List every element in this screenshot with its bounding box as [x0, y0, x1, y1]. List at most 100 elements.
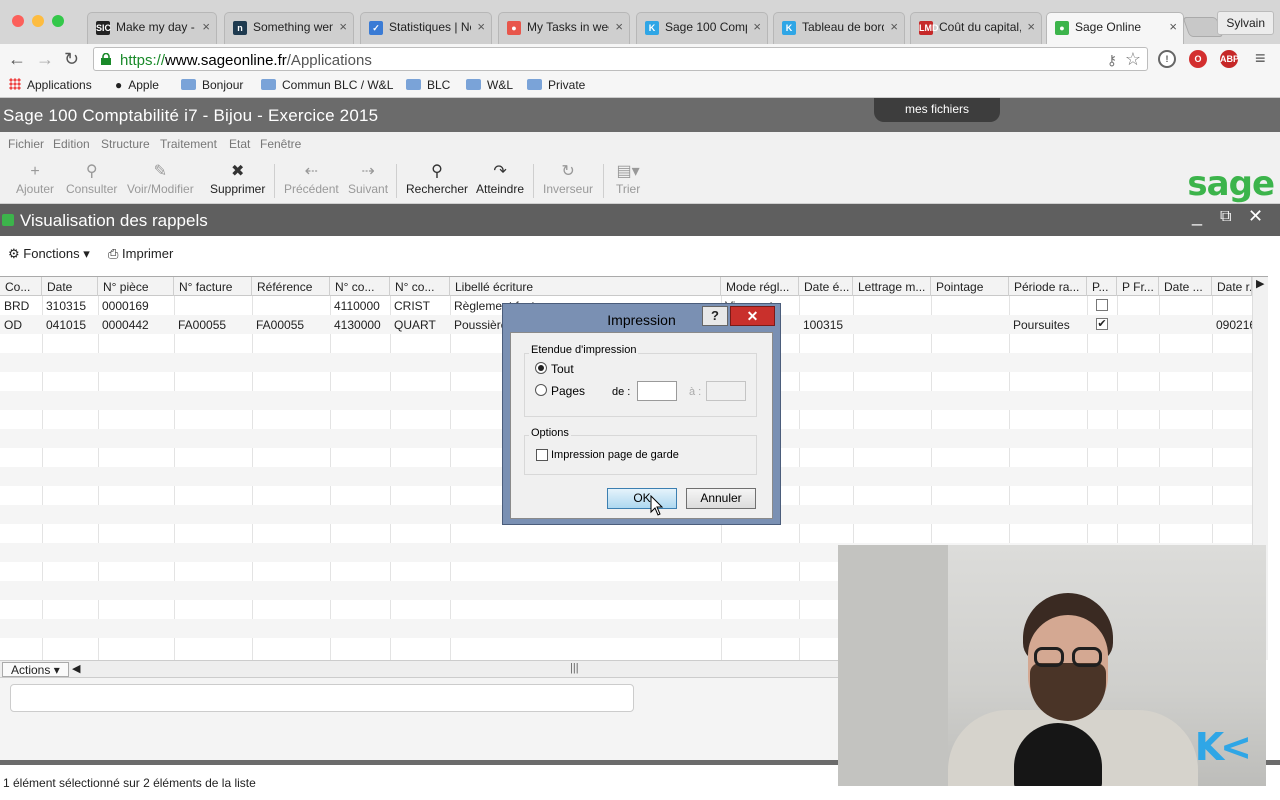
- column-header[interactable]: N° co...: [330, 277, 390, 296]
- bookmark-apple[interactable]: ● Apple: [115, 78, 159, 92]
- cover-page-checkbox[interactable]: [536, 449, 548, 461]
- menu-traitement[interactable]: Traitement: [160, 137, 217, 151]
- column-header[interactable]: Pointage: [931, 277, 1009, 296]
- dialog-close-button[interactable]: ✕: [730, 306, 775, 326]
- key-icon[interactable]: ⚷: [1107, 52, 1117, 69]
- column-header[interactable]: P Fr...: [1117, 277, 1159, 296]
- menu-fichier[interactable]: Fichier: [8, 137, 44, 151]
- browser-tab[interactable]: ✓ Statistiques | Ne ×: [360, 12, 492, 44]
- column-header[interactable]: Libellé écriture: [450, 277, 721, 296]
- window-title: Visualisation des rappels: [20, 211, 208, 230]
- menu-fenetre[interactable]: Fenêtre: [260, 137, 301, 151]
- tab-close-icon[interactable]: ×: [890, 19, 898, 34]
- adblock-extension-icon[interactable]: ABP: [1220, 50, 1239, 68]
- info-extension-icon[interactable]: !: [1158, 50, 1176, 68]
- row-checkbox[interactable]: ✔: [1096, 318, 1108, 330]
- column-header[interactable]: Co...: [0, 277, 42, 296]
- minimize-icon[interactable]: _: [1192, 206, 1202, 227]
- menu-etat[interactable]: Etat: [229, 137, 250, 151]
- column-header[interactable]: Date r...: [1212, 277, 1252, 296]
- tab-close-icon[interactable]: ×: [615, 19, 623, 34]
- bookmark-private[interactable]: Private: [527, 78, 585, 92]
- bookmark-blc[interactable]: BLC: [406, 78, 450, 92]
- ok-button[interactable]: OK: [607, 488, 677, 509]
- next-button[interactable]: ⇢ Suivant: [348, 162, 388, 196]
- tab-close-icon[interactable]: ×: [477, 19, 485, 34]
- sort-button[interactable]: ▤▾ Trier: [616, 162, 640, 196]
- browser-tab[interactable]: ● Sage Online ×: [1046, 12, 1184, 44]
- row-checkbox[interactable]: [1096, 299, 1108, 311]
- browser-tab[interactable]: K Sage 100 Comp ×: [636, 12, 768, 44]
- tab-close-icon[interactable]: ×: [339, 19, 347, 34]
- close-window-button[interactable]: [12, 15, 24, 27]
- pencil-icon: ✎: [153, 163, 168, 180]
- bookmark-star-icon[interactable]: ☆: [1125, 49, 1141, 70]
- to-page-input[interactable]: [706, 381, 746, 401]
- browser-tab[interactable]: n Something went ×: [224, 12, 354, 44]
- detail-field[interactable]: [10, 684, 634, 712]
- help-button[interactable]: ?: [702, 306, 728, 326]
- bookmark-applications[interactable]: Applications: [9, 78, 92, 92]
- actions-menu[interactable]: Actions ▾: [2, 662, 69, 677]
- column-header[interactable]: N° pièce: [98, 277, 174, 296]
- toolbar-separator: [533, 164, 534, 198]
- close-icon[interactable]: ✕: [1248, 206, 1263, 227]
- previous-button[interactable]: ⇠ Précédent: [284, 162, 339, 196]
- tab-close-icon[interactable]: ×: [1027, 19, 1035, 34]
- profile-button[interactable]: Sylvain: [1217, 11, 1274, 35]
- bookmark-bonjour[interactable]: Bonjour: [181, 78, 243, 92]
- invert-button[interactable]: ↻ Inverseur: [543, 162, 593, 196]
- functions-menu[interactable]: ⚙ Fonctions ▾: [8, 246, 90, 262]
- column-header[interactable]: P...: [1087, 277, 1117, 296]
- tab-close-icon[interactable]: ×: [1169, 19, 1177, 34]
- opera-extension-icon[interactable]: O: [1189, 50, 1207, 68]
- column-header[interactable]: Référence: [252, 277, 330, 296]
- my-files-tab[interactable]: mes fichiers: [874, 98, 1000, 122]
- column-header[interactable]: Date: [42, 277, 98, 296]
- back-icon[interactable]: ←: [8, 49, 26, 70]
- delete-button[interactable]: ✖ Supprimer: [210, 162, 265, 196]
- restore-icon[interactable]: ⧉: [1220, 208, 1231, 226]
- tab-title: Something went: [253, 20, 333, 34]
- goto-button[interactable]: ↷ Atteindre: [476, 162, 524, 196]
- url-bar[interactable]: https://www.sageonline.fr/Applications ⚷…: [93, 47, 1148, 71]
- tab-close-icon[interactable]: ×: [202, 19, 210, 34]
- menu-structure[interactable]: Structure: [101, 137, 150, 151]
- chevron-right-icon[interactable]: ▶: [1256, 277, 1264, 290]
- url-text: https://www.sageonline.fr/Applications: [120, 52, 372, 69]
- column-header[interactable]: Mode régl...: [721, 277, 799, 296]
- column-header[interactable]: N° co...: [390, 277, 450, 296]
- radio-pages[interactable]: [535, 384, 547, 396]
- search-button[interactable]: ⚲ Rechercher: [406, 162, 468, 196]
- edit-button[interactable]: ✎ Voir/Modifier: [127, 162, 194, 196]
- chevron-left-icon[interactable]: ◀: [72, 662, 80, 675]
- bookmark-commun[interactable]: Commun BLC / W&L: [261, 78, 393, 92]
- minimize-window-button[interactable]: [32, 15, 44, 27]
- add-button[interactable]: + Ajouter: [16, 162, 54, 196]
- toolbar-separator: [603, 164, 604, 198]
- reload-icon[interactable]: ↻: [64, 49, 79, 70]
- cell-last-date: 090216: [1216, 318, 1252, 332]
- column-header[interactable]: Lettrage m...: [853, 277, 931, 296]
- bookmark-wl[interactable]: W&L: [466, 78, 513, 92]
- column-header[interactable]: N° facture: [174, 277, 252, 296]
- forward-icon[interactable]: →: [36, 49, 54, 70]
- webcam-overlay: K<: [838, 545, 1266, 786]
- print-button[interactable]: ⎙ Imprimer: [108, 246, 173, 262]
- chrome-menu-icon[interactable]: ≡: [1255, 48, 1266, 69]
- browser-tab[interactable]: K Tableau de bord ×: [773, 12, 905, 44]
- column-header[interactable]: Date é...: [799, 277, 853, 296]
- browser-tab[interactable]: SIC Make my day - F ×: [87, 12, 217, 44]
- radio-all[interactable]: [535, 362, 547, 374]
- column-header[interactable]: Période ra...: [1009, 277, 1087, 296]
- tab-close-icon[interactable]: ×: [753, 19, 761, 34]
- maximize-window-button[interactable]: [52, 15, 64, 27]
- browser-tab[interactable]: LMD Coût du capital, ×: [910, 12, 1042, 44]
- column-header[interactable]: Date ...: [1159, 277, 1212, 296]
- from-page-input[interactable]: [637, 381, 677, 401]
- browser-tab[interactable]: ● My Tasks in wee ×: [498, 12, 630, 44]
- cancel-button[interactable]: Annuler: [686, 488, 756, 509]
- scroll-thumb-grip[interactable]: |||: [570, 662, 579, 674]
- menu-edition[interactable]: Edition: [53, 137, 90, 151]
- view-button[interactable]: ⚲ Consulter: [66, 162, 117, 196]
